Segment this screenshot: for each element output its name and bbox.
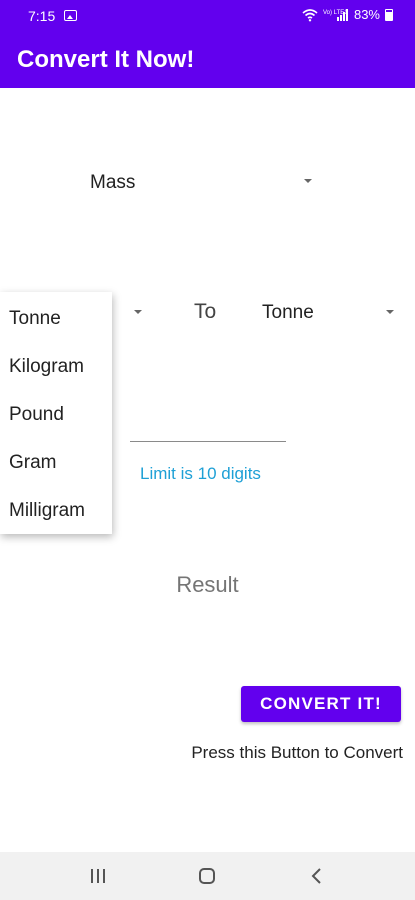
unit-dropdown-popup: Tonne Kilogram Pound Gram Milligram xyxy=(0,292,112,534)
convert-hint: Press this Button to Convert xyxy=(191,743,403,762)
status-indicators: Vo) LTE1 83% xyxy=(302,7,393,22)
convert-button[interactable]: CONVERT IT! xyxy=(241,686,401,722)
dropdown-item-gram[interactable]: Gram xyxy=(9,452,57,474)
chevron-down-icon xyxy=(386,310,394,314)
dropdown-item-tonne[interactable]: Tonne xyxy=(9,308,61,330)
category-value: Mass xyxy=(90,172,136,193)
status-bar: 7:15 Vo) LTE1 83% xyxy=(0,0,415,32)
wifi-icon xyxy=(302,8,318,21)
from-unit-spinner[interactable] xyxy=(112,296,148,330)
app-bar: Convert It Now! xyxy=(0,32,415,88)
limit-hint: Limit is 10 digits xyxy=(140,464,261,483)
chevron-down-icon xyxy=(304,179,312,183)
home-icon[interactable] xyxy=(199,868,215,884)
app-title: Convert It Now! xyxy=(17,46,195,73)
dropdown-item-milligram[interactable]: Milligram xyxy=(9,500,85,522)
system-nav-bar xyxy=(0,852,415,900)
battery-percent: 83% xyxy=(353,7,380,22)
image-notification-icon xyxy=(64,10,77,21)
dropdown-item-pound[interactable]: Pound xyxy=(9,404,64,426)
to-unit-value: Tonne xyxy=(262,302,314,323)
back-icon[interactable] xyxy=(309,867,325,885)
dropdown-item-kilogram[interactable]: Kilogram xyxy=(9,356,84,378)
category-spinner[interactable]: Mass xyxy=(78,160,328,204)
to-unit-spinner[interactable]: Tonne xyxy=(250,296,402,330)
to-label: To xyxy=(194,300,217,323)
result-text: Result xyxy=(176,572,239,597)
status-time: 7:15 xyxy=(28,8,56,24)
chevron-down-icon xyxy=(134,310,142,314)
battery-icon xyxy=(385,8,393,21)
recents-icon[interactable] xyxy=(91,869,107,883)
signal-icon: Vo) LTE1 xyxy=(323,8,348,21)
amount-input[interactable] xyxy=(130,410,286,442)
